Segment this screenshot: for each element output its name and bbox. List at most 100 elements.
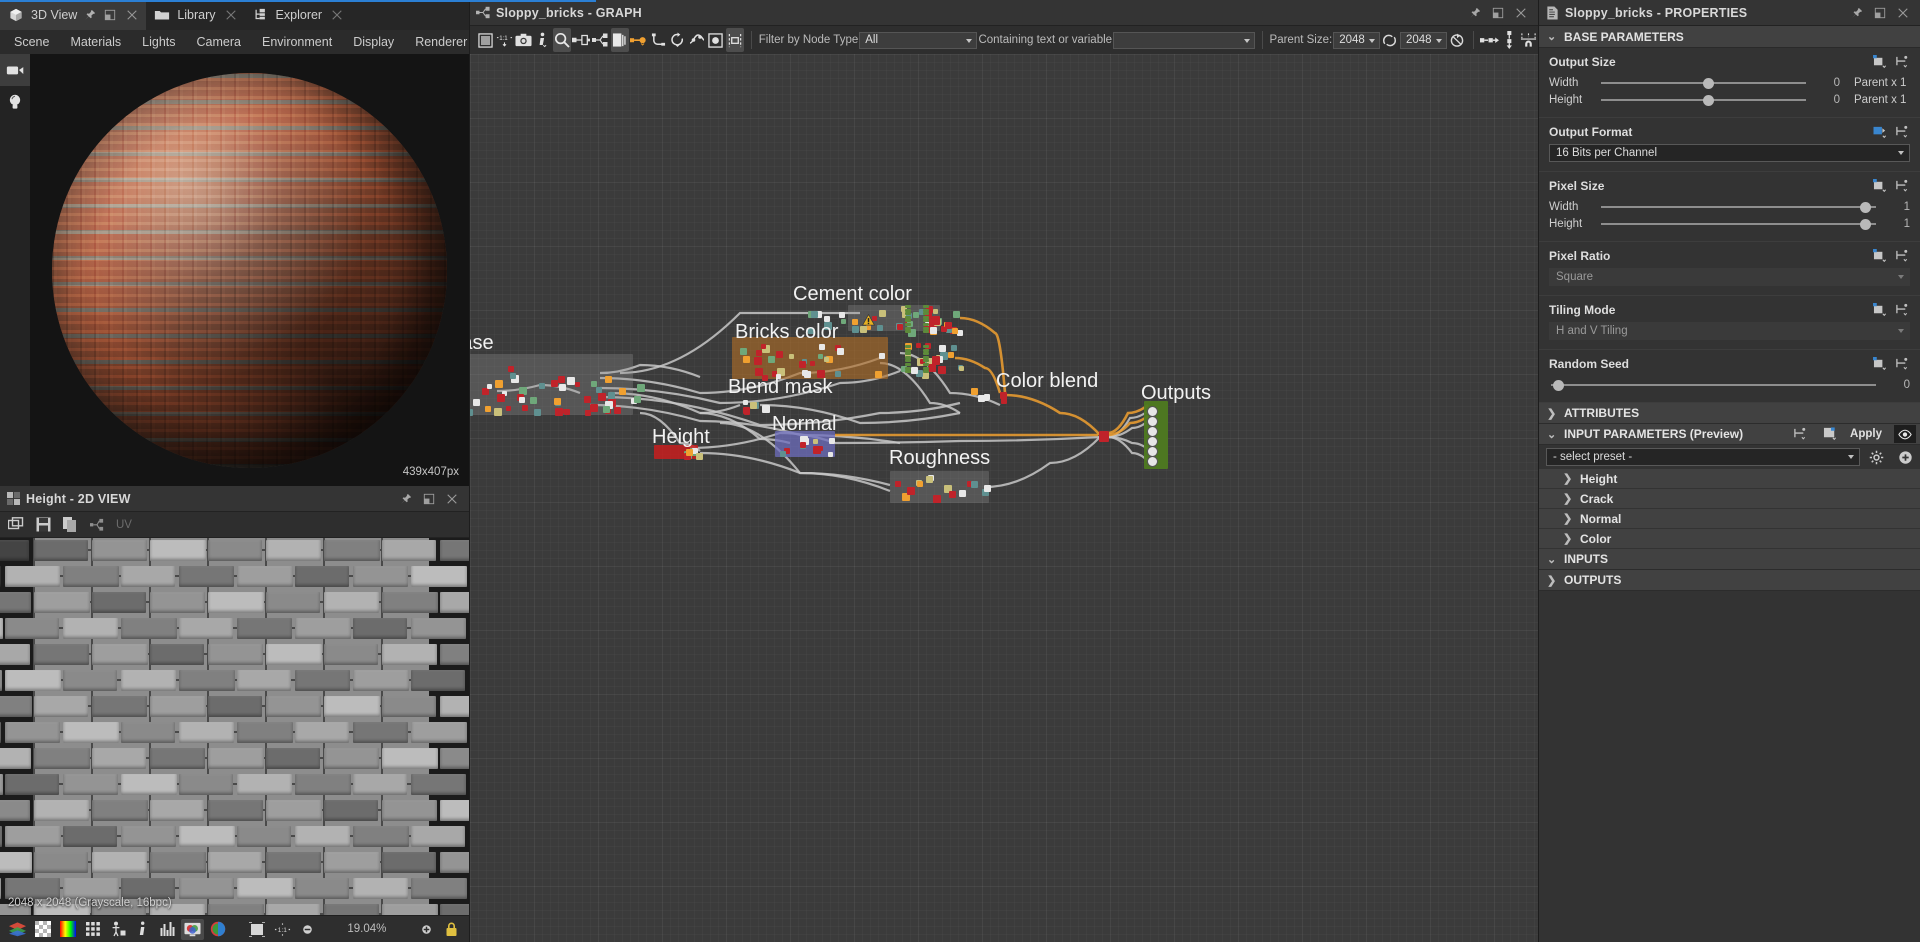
graph-node[interactable]: [1000, 392, 1007, 399]
graph-node-fan[interactable]: [905, 367, 911, 370]
graph-node[interactable]: [800, 442, 806, 448]
graph-node[interactable]: [911, 367, 918, 374]
graph-node[interactable]: [828, 452, 833, 457]
checker-alpha-icon[interactable]: [31, 919, 54, 940]
function-graph-icon[interactable]: [1895, 55, 1910, 69]
menu-renderer[interactable]: Renderer: [405, 32, 477, 52]
zoom-in-icon[interactable]: [415, 919, 438, 940]
graph-node-fan[interactable]: [923, 323, 929, 326]
graph-merge-node[interactable]: [1099, 431, 1109, 442]
graph-node-merge[interactable]: [932, 316, 940, 325]
graph-node-fan[interactable]: [905, 316, 911, 319]
graph-node[interactable]: [879, 353, 885, 359]
menu-materials[interactable]: Materials: [60, 32, 131, 52]
monitor-color-icon[interactable]: [181, 919, 204, 940]
graph-node[interactable]: [637, 384, 645, 392]
graph-node[interactable]: [949, 491, 956, 498]
graph-node[interactable]: [605, 376, 612, 383]
graph-node-fan[interactable]: [905, 359, 911, 362]
close-icon[interactable]: [225, 9, 237, 21]
pixel-size-width-value[interactable]: 1: [1884, 201, 1910, 213]
graph-node[interactable]: [686, 449, 693, 456]
color-wheel-icon[interactable]: [206, 919, 229, 940]
add-preset-icon[interactable]: [1898, 450, 1913, 464]
pin-icon[interactable]: [84, 9, 96, 21]
graph-node[interactable]: [761, 344, 766, 349]
expose-parameter-icon[interactable]: [1873, 357, 1888, 371]
pixel-size-width-slider[interactable]: [1601, 200, 1876, 214]
graph-node[interactable]: [696, 453, 703, 460]
graph-node[interactable]: [575, 382, 580, 387]
tiling-icon[interactable]: [246, 919, 269, 940]
graph-node[interactable]: [508, 366, 514, 372]
graph-node[interactable]: [895, 481, 901, 487]
graph-node[interactable]: [485, 406, 491, 412]
output-size-width-slider[interactable]: [1601, 76, 1806, 90]
tab-maximize-icon[interactable]: [103, 8, 117, 22]
graph-node[interactable]: [534, 409, 541, 416]
graph-node[interactable]: [933, 309, 938, 314]
graph-node[interactable]: [971, 481, 978, 488]
lock-icon[interactable]: [440, 919, 463, 940]
graph-node[interactable]: [750, 402, 757, 409]
graph-node[interactable]: [494, 408, 502, 416]
random-seed-value[interactable]: 0: [1884, 379, 1910, 391]
graph-node-fan[interactable]: [923, 356, 929, 359]
graph-node[interactable]: [470, 409, 473, 416]
graph-node[interactable]: [852, 319, 858, 325]
graph-node[interactable]: [917, 481, 923, 487]
graph-output-node[interactable]: [1147, 456, 1158, 467]
graph-node[interactable]: [945, 322, 952, 329]
graph-node[interactable]: [984, 485, 991, 492]
graph-node[interactable]: [811, 311, 818, 318]
histogram-icon[interactable]: [156, 919, 179, 940]
parent-width-select[interactable]: 2048: [1333, 32, 1380, 49]
random-seed-slider[interactable]: [1551, 378, 1876, 392]
preset-select[interactable]: - select preset -: [1546, 448, 1860, 466]
graph-node-fan[interactable]: [905, 319, 911, 322]
graph-node[interactable]: [841, 319, 846, 324]
graph-node[interactable]: [584, 396, 591, 403]
pixel-size-height-slider[interactable]: [1601, 217, 1876, 231]
graph-node[interactable]: [907, 487, 915, 495]
copy-icon[interactable]: [58, 514, 82, 536]
graph-node-fan[interactable]: [923, 345, 929, 348]
graph-node-fan[interactable]: [923, 327, 929, 330]
graph-node[interactable]: [839, 312, 845, 318]
expose-parameter-icon[interactable]: [1873, 303, 1888, 317]
chain-link-icon[interactable]: [1381, 28, 1399, 52]
graph-node[interactable]: [614, 407, 621, 414]
graph-node-fan[interactable]: [905, 309, 911, 312]
section-outputs[interactable]: ❯ OUTPUTS: [1539, 570, 1920, 591]
graph-node[interactable]: [740, 348, 747, 355]
align-icon[interactable]: [726, 28, 744, 52]
graph-node[interactable]: [916, 343, 921, 348]
graph-node[interactable]: [473, 399, 480, 406]
preview-icon[interactable]: [707, 28, 725, 52]
graph-node-fan[interactable]: [923, 312, 929, 315]
info-icon[interactable]: [131, 919, 154, 940]
search-icon[interactable]: [553, 28, 571, 52]
warning-icon[interactable]: [862, 314, 875, 326]
output-size-width-value[interactable]: 0: [1814, 77, 1840, 89]
graph-node-fan[interactable]: [923, 309, 929, 312]
graph-node[interactable]: [743, 400, 748, 405]
graph-node-fan[interactable]: [905, 356, 911, 359]
rotate-icon[interactable]: [668, 28, 686, 52]
graph-node[interactable]: [810, 361, 815, 366]
graph-node[interactable]: [824, 357, 829, 362]
zoom-level-value[interactable]: 19.04%: [321, 923, 413, 935]
menu-display[interactable]: Display: [343, 32, 404, 52]
info-icon[interactable]: [534, 28, 552, 52]
pin-icon[interactable]: [1468, 6, 1482, 20]
parent-height-select[interactable]: 2048: [1400, 32, 1447, 49]
section-inputs[interactable]: ⌄ INPUTS: [1539, 549, 1920, 570]
menu-lights[interactable]: Lights: [132, 32, 185, 52]
graph-node[interactable]: [799, 361, 806, 368]
output-size-height-slider[interactable]: [1601, 93, 1806, 107]
output-format-select[interactable]: 16 Bits per Channel: [1549, 144, 1910, 162]
graph-node[interactable]: [756, 350, 762, 356]
expose-parameter-icon[interactable]: [1873, 55, 1888, 69]
graph-node[interactable]: [897, 324, 903, 330]
input-param-crack[interactable]: ❯ Crack: [1539, 489, 1920, 509]
